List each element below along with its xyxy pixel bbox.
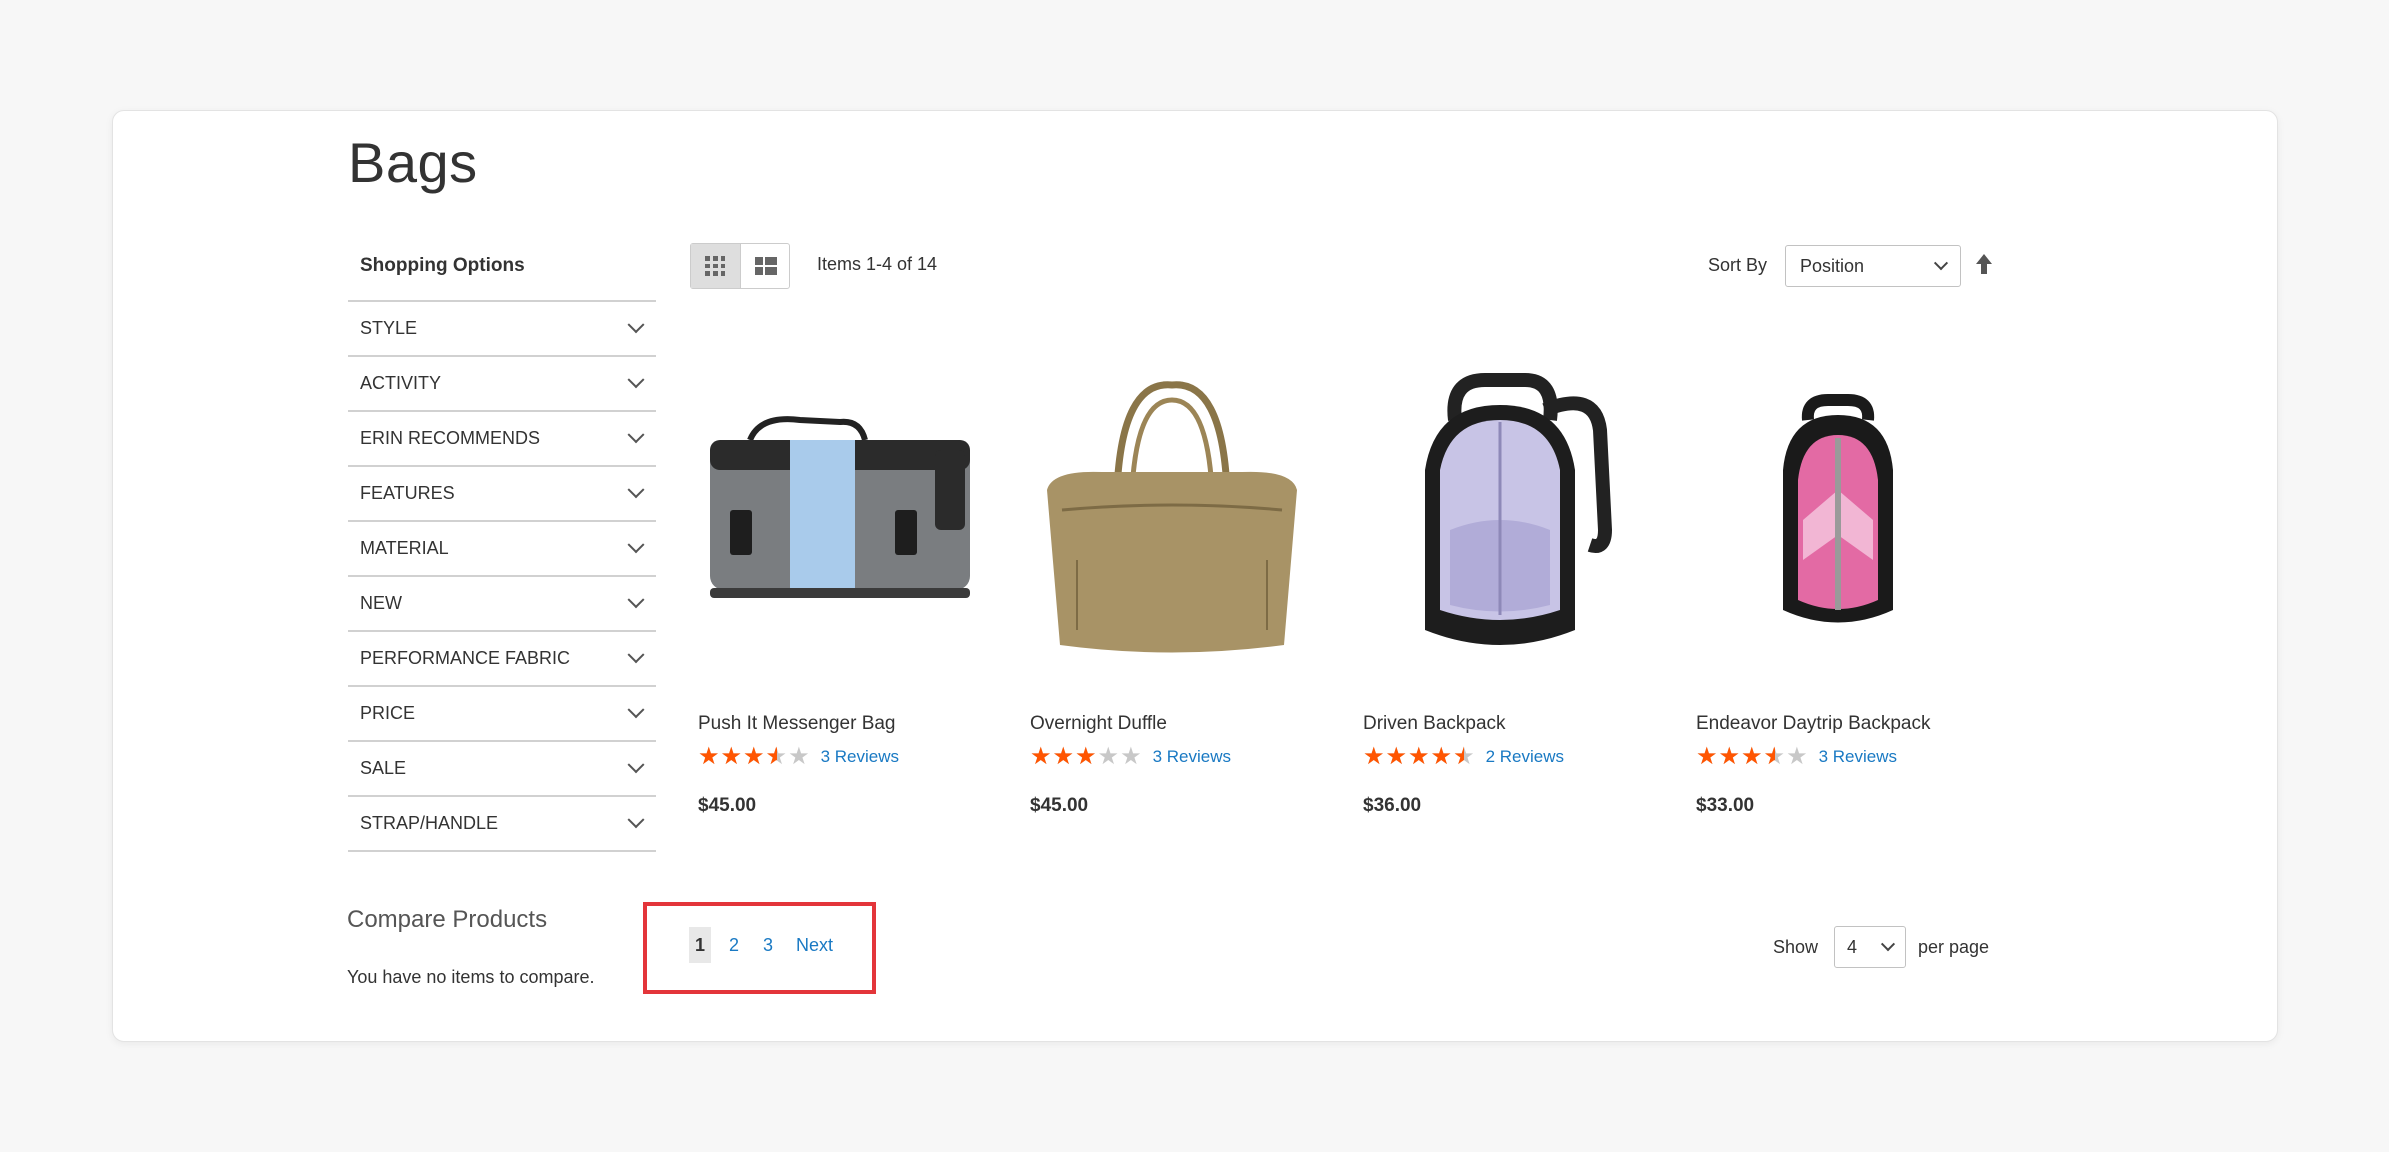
product-image[interactable] (690, 360, 980, 680)
chevron-down-icon (627, 700, 645, 718)
rating-stars: ★★★★★★★★★★ (1030, 743, 1143, 770)
filter-style[interactable]: STYLE (348, 302, 656, 357)
product-image[interactable] (1688, 360, 1978, 680)
chevron-down-icon (627, 425, 645, 443)
product-image[interactable] (1355, 360, 1645, 680)
sort-by-value: Position (1800, 255, 1865, 276)
filter-label: ERIN RECOMMENDS (360, 428, 541, 448)
filter-label: NEW (360, 593, 402, 613)
product-name[interactable]: Overnight Duffle (1030, 713, 1167, 735)
filter-label: STYLE (360, 318, 418, 338)
chevron-down-icon (627, 315, 645, 333)
filter-sale[interactable]: SALE (348, 742, 656, 797)
page-title: Bags (348, 131, 478, 194)
product-image[interactable] (1022, 360, 1312, 680)
filter-strap-handle[interactable]: STRAP/HANDLE (348, 797, 656, 852)
filter-erin-recommends[interactable]: ERIN RECOMMENDS (348, 412, 656, 467)
filter-label: FEATURES (360, 483, 455, 503)
product-item: Overnight Duffle ★★★★★★★★★★ 3 Reviews $4… (1022, 360, 1312, 816)
filter-activity[interactable]: ACTIVITY (348, 357, 656, 412)
product-name[interactable]: Endeavor Daytrip Backpack (1696, 713, 1930, 735)
filter-label: ACTIVITY (360, 373, 442, 393)
items-count: Items 1-4 of 14 (817, 254, 938, 274)
product-rating: ★★★★★★★★★★ 3 Reviews (1696, 745, 1897, 769)
chevron-down-icon (627, 645, 645, 663)
page-1: 1 (689, 927, 711, 963)
pagination: 1 2 3 Next (689, 927, 850, 963)
chevron-down-icon (627, 755, 645, 773)
product-rating: ★★★★★★★★★★ 3 Reviews (1030, 745, 1231, 769)
filter-label: PRICE (360, 703, 416, 723)
sort-by-label: Sort By (1708, 255, 1768, 275)
list-view-button[interactable] (739, 244, 790, 288)
next-page-link[interactable]: Next (791, 927, 838, 963)
per-page-label: per page (1918, 937, 1990, 957)
shopping-options-title: Shopping Options (348, 240, 656, 302)
product-name[interactable]: Driven Backpack (1363, 713, 1506, 735)
rating-stars: ★★★★★★★★★★ (1696, 743, 1809, 770)
product-rating: ★★★★★★★★★★ 3 Reviews (698, 745, 899, 769)
filter-label: MATERIAL (360, 538, 449, 558)
product-item: Push It Messenger Bag ★★★★★★★★★★ 3 Revie… (690, 360, 980, 816)
product-price: $36.00 (1363, 795, 1422, 816)
filter-material[interactable]: MATERIAL (348, 522, 656, 577)
reviews-link[interactable]: 3 Reviews (1153, 747, 1231, 767)
chevron-down-icon (627, 370, 645, 388)
filter-price[interactable]: PRICE (348, 687, 656, 742)
chevron-down-icon (627, 535, 645, 553)
filter-label: SALE (360, 758, 407, 778)
chevron-down-icon (627, 590, 645, 608)
show-label: Show (1773, 937, 1819, 957)
per-page-value: 4 (1847, 936, 1858, 957)
sort-by-select[interactable]: Position (1785, 245, 1961, 287)
view-mode-switcher (690, 243, 790, 289)
chevron-down-icon (627, 810, 645, 828)
product-price: $33.00 (1696, 795, 1755, 816)
filter-label: PERFORMANCE FABRIC (360, 648, 571, 668)
product-name[interactable]: Push It Messenger Bag (698, 713, 896, 735)
reviews-link[interactable]: 2 Reviews (1486, 747, 1564, 767)
page-2-link[interactable]: 2 (723, 927, 745, 963)
chevron-down-icon (1880, 937, 1896, 952)
sort-ascending-arrow-icon[interactable] (1974, 252, 1994, 278)
compare-empty-text: You have no items to compare. (347, 967, 595, 987)
filter-performance-fabric[interactable]: PERFORMANCE FABRIC (348, 632, 656, 687)
product-price: $45.00 (1030, 795, 1089, 816)
reviews-link[interactable]: 3 Reviews (1819, 747, 1897, 767)
rating-stars: ★★★★★★★★★★ (698, 743, 811, 770)
product-rating: ★★★★★★★★★★ 2 Reviews (1363, 745, 1564, 769)
filter-label: STRAP/HANDLE (360, 813, 499, 833)
filter-new[interactable]: NEW (348, 577, 656, 632)
product-price: $45.00 (698, 795, 757, 816)
chevron-down-icon (627, 480, 645, 498)
per-page-select[interactable]: 4 (1834, 926, 1906, 968)
product-item: Driven Backpack ★★★★★★★★★★ 2 Reviews $36… (1355, 360, 1645, 816)
compare-products-title: Compare Products (347, 906, 548, 933)
grid-view-button[interactable] (691, 244, 740, 288)
list-icon (754, 257, 777, 275)
chevron-down-icon (1933, 256, 1949, 271)
page-3-link[interactable]: 3 (757, 927, 779, 963)
rating-stars: ★★★★★★★★★★ (1363, 743, 1476, 770)
filter-features[interactable]: FEATURES (348, 467, 656, 522)
product-item: Endeavor Daytrip Backpack ★★★★★★★★★★ 3 R… (1688, 360, 1978, 816)
reviews-link[interactable]: 3 Reviews (821, 747, 899, 767)
grid-icon (705, 256, 726, 276)
sidebar: Shopping Options STYLE ACTIVITY ERIN REC… (348, 240, 656, 852)
